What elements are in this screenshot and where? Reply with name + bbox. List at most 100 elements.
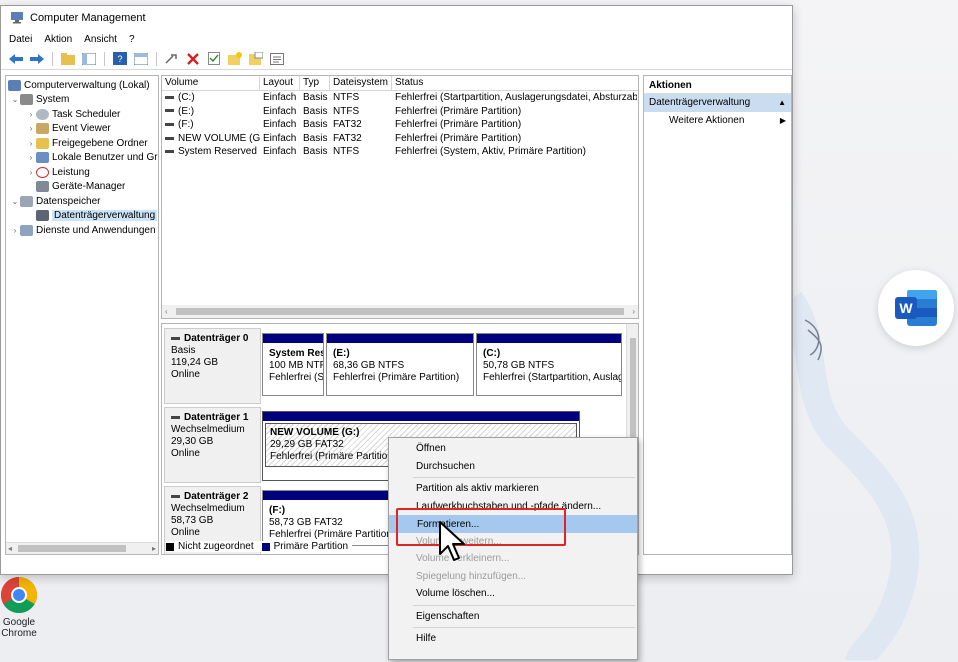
scroll-right-icon[interactable]: ▸ (152, 544, 156, 553)
tree-item-label: Geräte-Manager (52, 181, 126, 193)
column-header-volume[interactable]: Volume (162, 76, 260, 90)
checklist-icon[interactable] (205, 51, 223, 67)
disk-1-label[interactable]: Datenträger 1 Wechselmedium 29,30 GB Onl… (164, 407, 261, 483)
forward-arrow-icon[interactable] (28, 51, 46, 67)
scroll-left-icon[interactable]: ◂ (8, 544, 12, 553)
back-arrow-icon[interactable] (7, 51, 25, 67)
svg-text:W: W (899, 300, 913, 316)
title-bar[interactable]: Computer Management (1, 6, 792, 30)
connect-icon[interactable] (163, 51, 181, 67)
menu-ansicht[interactable]: Ansicht (84, 34, 117, 45)
volume-name: (C:) (178, 92, 195, 103)
collapse-triangle-icon[interactable]: ▲ (778, 94, 786, 112)
expand-chevron-icon[interactable]: › (26, 168, 36, 177)
tree-item-services-apps[interactable]: › Dienste und Anwendungen (6, 223, 158, 238)
disk-management-icon (36, 210, 49, 222)
volume-filesystem: NTFS (333, 146, 360, 158)
toolbar: ? (1, 48, 792, 70)
more-actions[interactable]: Weitere Aktionen ▶ (644, 112, 791, 130)
window-title: Computer Management (30, 12, 146, 24)
disk-icon (171, 494, 180, 498)
collapse-chevron-icon[interactable]: ⌄ (10, 95, 20, 104)
menu-separator (413, 627, 635, 628)
table-row[interactable]: (E:) Einfach Basis NTFS Fehlerfrei (Prim… (162, 105, 638, 119)
tree-item-label: Computerverwaltung (Lokal) (24, 79, 150, 91)
tree-horizontal-scrollbar[interactable]: ◂ ▸ (6, 542, 158, 554)
expand-chevron-icon[interactable]: › (26, 153, 36, 162)
desktop-icon-google-chrome[interactable]: Google Chrome (0, 576, 44, 639)
table-row[interactable]: (F:) Einfach Basis FAT32 Fehlerfrei (Pri… (162, 118, 638, 132)
tree-item-label: Datenträgerverwaltung (52, 210, 158, 222)
primary-partition-bar (263, 412, 579, 421)
scroll-right-icon[interactable]: › (632, 307, 635, 316)
tree-item-performance[interactable]: › Leistung (6, 165, 158, 180)
volume-type: Basis (303, 146, 328, 158)
menu-item-mark-active[interactable]: Partition als aktiv markieren (389, 480, 637, 498)
export-icon[interactable] (247, 51, 265, 67)
expand-chevron-icon[interactable]: › (10, 226, 20, 235)
menu-bar: Datei Aktion Ansicht ? (1, 30, 792, 48)
tree-item-system[interactable]: ⌄ System (6, 93, 158, 108)
menu-item-open[interactable]: Öffnen (389, 440, 637, 458)
column-header-status[interactable]: Status (392, 76, 637, 90)
column-header-layout[interactable]: Layout (260, 76, 300, 90)
menu-item-properties[interactable]: Eigenschaften (389, 608, 637, 626)
tree-item-storage[interactable]: ⌄ Datenspeicher (6, 194, 158, 209)
partition-title: (E:) (333, 348, 350, 359)
scrollbar-thumb[interactable] (18, 545, 126, 552)
partition-e[interactable]: (E:) 68,36 GB NTFS Fehlerfrei (Primäre P… (326, 333, 474, 396)
partition-status: Fehlerfrei (Startpartition, Auslag (483, 372, 621, 383)
legend-unallocated: Nicht zugeordnet (178, 541, 254, 552)
tree-item-computerverwaltung[interactable]: Computerverwaltung (Lokal) (6, 78, 158, 93)
disk-size: 29,30 GB (171, 436, 214, 447)
toolbar-separator (156, 51, 157, 66)
column-header-filesystem[interactable]: Dateisystem (330, 76, 392, 90)
menu-datei[interactable]: Datei (9, 34, 32, 45)
menu-item-shrink-volume: Volume verkleinern... (416, 553, 510, 564)
menu-item-explore[interactable]: Durchsuchen (389, 458, 637, 476)
actions-section-disk-management[interactable]: Datenträgerverwaltung ▲ (644, 94, 791, 112)
help-icon[interactable]: ? (111, 51, 129, 67)
menu-help[interactable]: ? (129, 34, 135, 45)
disk-0-label[interactable]: Datenträger 0 Basis 119,24 GB Online (164, 328, 261, 404)
collapse-chevron-icon[interactable]: ⌄ (10, 197, 20, 206)
tree-item-task-scheduler[interactable]: › Task Scheduler (6, 107, 158, 122)
scroll-left-icon[interactable]: ‹ (165, 307, 168, 316)
partition-c[interactable]: (C:) 50,78 GB NTFS Fehlerfrei (Startpart… (476, 333, 622, 396)
expand-chevron-icon[interactable]: › (26, 110, 36, 119)
table-row[interactable]: System Reserved Einfach Basis NTFS Fehle… (162, 145, 638, 159)
tree-item-label: Task Scheduler (52, 108, 121, 120)
clock-icon (36, 108, 49, 120)
expand-chevron-icon[interactable]: › (26, 139, 36, 148)
shared-folder-icon (36, 137, 49, 149)
column-header-type[interactable]: Typ (300, 76, 330, 90)
tree-item-local-users[interactable]: › Lokale Benutzer und Gr (6, 151, 158, 166)
show-hide-tree-icon[interactable] (80, 51, 98, 67)
submenu-arrow-icon: ▶ (779, 116, 786, 125)
tree-item-shared-folders[interactable]: › Freigegebene Ordner (6, 136, 158, 151)
system-tools-icon (20, 94, 33, 106)
delete-icon[interactable] (184, 51, 202, 67)
scrollbar-thumb[interactable] (176, 308, 624, 315)
table-row[interactable]: (C:) Einfach Basis NTFS Fehlerfrei (Star… (162, 91, 638, 105)
word-app-icon[interactable]: W (878, 270, 954, 346)
up-folder-icon[interactable] (59, 51, 77, 67)
tree-item-label: Datenspeicher (36, 195, 101, 207)
volume-icon (165, 95, 174, 99)
tree-item-device-manager[interactable]: Geräte-Manager (6, 180, 158, 195)
disk-state: Online (171, 448, 200, 459)
tree-item-disk-management[interactable]: Datenträgerverwaltung (6, 209, 158, 224)
volume-list-horizontal-scrollbar[interactable]: ‹ › (162, 305, 638, 318)
menu-item-delete-volume[interactable]: Volume löschen... (389, 585, 637, 603)
menu-separator (413, 477, 635, 478)
menu-aktion[interactable]: Aktion (44, 34, 72, 45)
details-icon[interactable] (268, 51, 286, 67)
volume-layout: Einfach (263, 92, 297, 103)
new-folder-icon[interactable] (226, 51, 244, 67)
properties-view-icon[interactable] (132, 51, 150, 67)
menu-item-help[interactable]: Hilfe (389, 630, 637, 648)
tree-item-event-viewer[interactable]: › Event Viewer (6, 122, 158, 137)
table-row[interactable]: NEW VOLUME (G:) Einfach Basis FAT32 Fehl… (162, 132, 638, 146)
partition-system-reserved[interactable]: System Res 100 MB NTF Fehlerfrei (S (262, 333, 324, 396)
expand-chevron-icon[interactable]: › (26, 124, 36, 133)
